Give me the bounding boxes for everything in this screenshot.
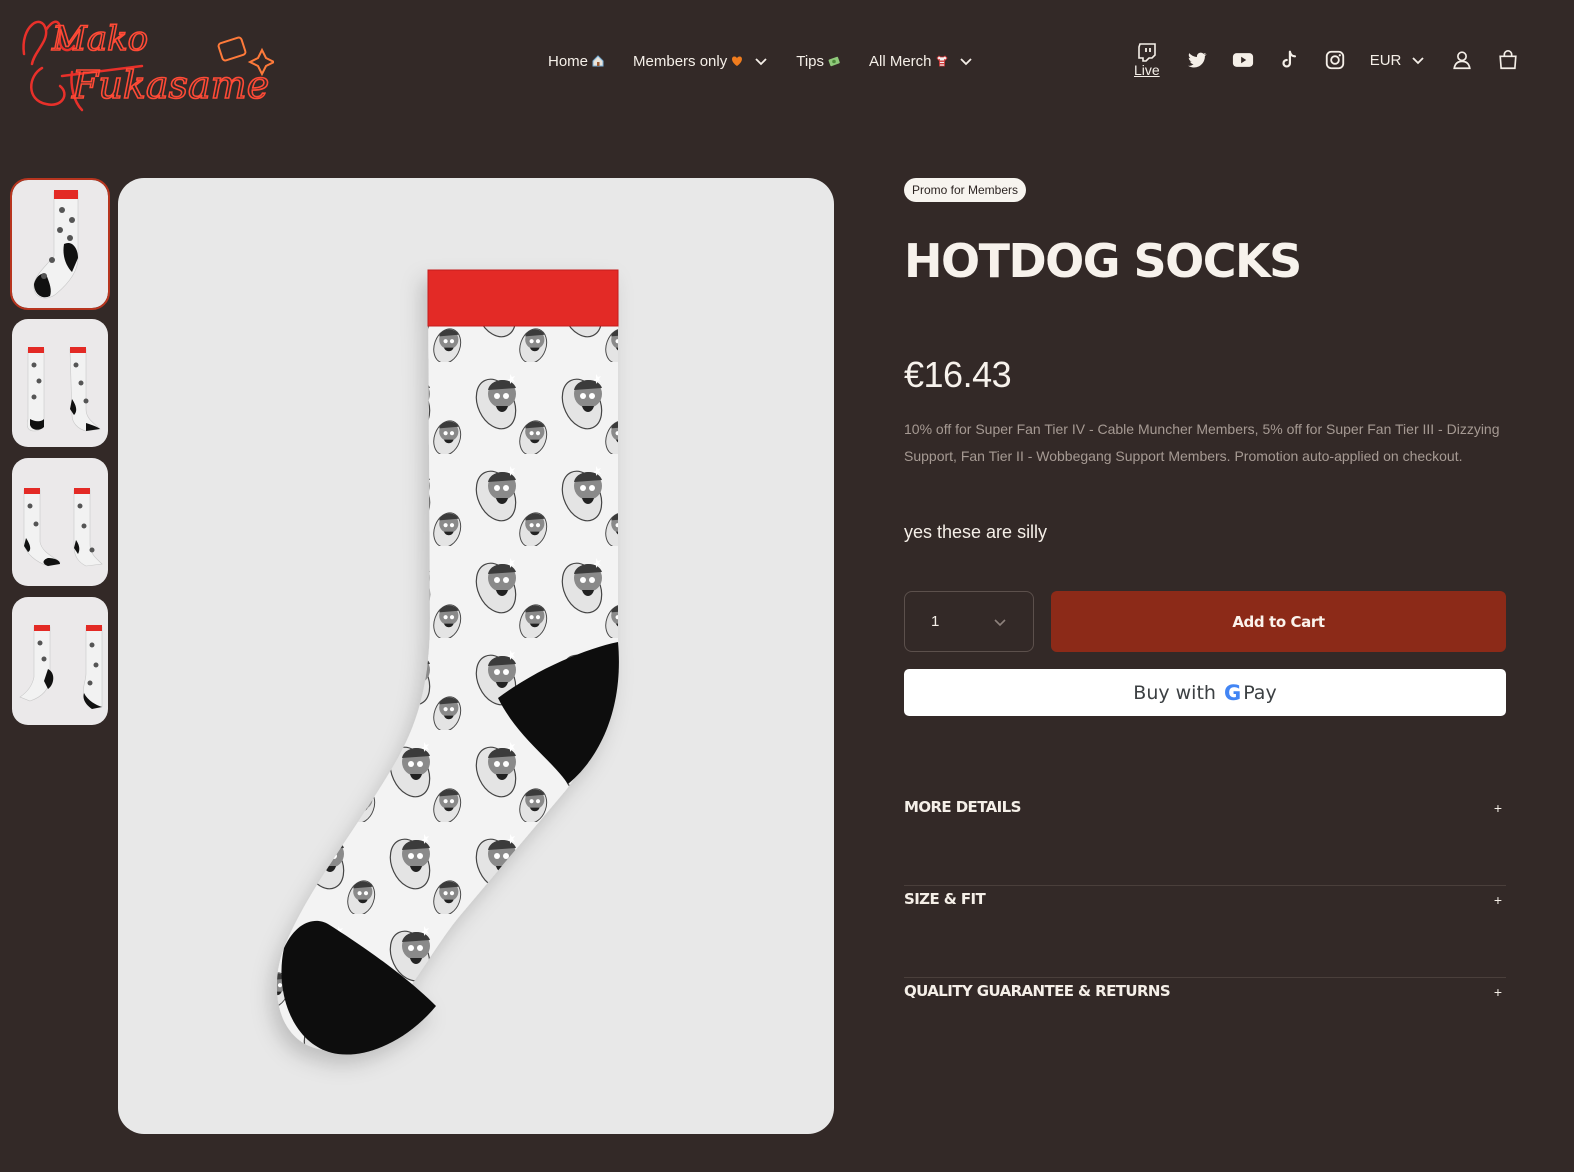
site-logo[interactable]: Mako Fukasame — [12, 6, 277, 118]
account-icon — [1453, 51, 1472, 70]
sock-pair-side-thumbnail-image — [23, 488, 103, 567]
live-label: Live — [1134, 62, 1160, 78]
nav-all-merch[interactable]: All Merch — [869, 53, 973, 70]
twitter-icon — [1187, 52, 1207, 68]
twitch-icon — [1138, 43, 1156, 62]
logo-image: Mako Fukasame — [22, 18, 277, 112]
tiktok-icon — [1282, 50, 1296, 68]
instagram-link[interactable] — [1324, 49, 1346, 71]
currency-selector[interactable]: EUR — [1370, 52, 1426, 69]
accordion-size-fit[interactable]: SIZE & FIT + — [904, 886, 1506, 978]
sock-thumbnail-image — [33, 190, 79, 299]
nav-members-only[interactable]: Members only — [633, 53, 768, 70]
purchase-row: 1 Add to Cart — [904, 591, 1506, 652]
nav-tips-label: Tips — [796, 52, 824, 70]
chevron-down-icon — [1412, 57, 1424, 65]
tiktok-link[interactable] — [1278, 49, 1300, 71]
svg-text:Mako: Mako — [51, 19, 148, 59]
google-pay-button[interactable]: Buy with G Pay — [904, 669, 1506, 716]
chevron-down-icon — [959, 58, 972, 66]
chevron-down-icon — [755, 58, 767, 66]
svg-text:Fukasame: Fukasame — [71, 63, 269, 107]
product-description: yes these are silly — [904, 522, 1048, 542]
house-icon — [592, 55, 604, 67]
hotdog-sock-image — [276, 269, 619, 1055]
accordion-quality-returns[interactable]: QUALITY GUARANTEE & RETURNS + — [904, 978, 1506, 1070]
live-link[interactable]: Live — [1134, 42, 1160, 78]
gpay-prefix: Buy with — [1133, 681, 1216, 704]
orange-heart-icon — [732, 56, 743, 66]
gpay-pay-label: Pay — [1243, 681, 1277, 704]
youtube-icon — [1232, 53, 1253, 67]
nav-members-only-label: Members only — [633, 52, 728, 70]
thumbnail-list — [10, 178, 110, 736]
product-accordion: MORE DETAILS + SIZE & FIT + QUALITY GUAR… — [904, 794, 1506, 1070]
promo-badge: Promo for Members — [904, 178, 1027, 202]
currency-label: EUR — [1369, 51, 1402, 69]
sock-pair-thumbnail-image — [26, 347, 101, 432]
product-title: HOTDOG SOCKS — [904, 234, 1302, 288]
shirt-icon — [935, 55, 948, 67]
accordion-label: SIZE & FIT — [904, 890, 986, 908]
thumbnail-4[interactable] — [12, 597, 108, 725]
product-info: Promo for Members HOTDOG SOCKS €16.43 10… — [904, 178, 1506, 1070]
nav-tips[interactable]: Tips — [796, 53, 841, 70]
thumbnail-2[interactable] — [12, 319, 108, 447]
quantity-value: 1 — [931, 613, 940, 630]
product-price: €16.43 — [904, 354, 1012, 395]
cart-link[interactable] — [1497, 49, 1519, 71]
main-nav: Home Members only Tips All Merch — [548, 48, 1001, 74]
accordion-more-details[interactable]: MORE DETAILS + — [904, 794, 1506, 886]
nav-home[interactable]: Home — [548, 53, 605, 70]
promo-text: 10% off for Super Fan Tier IV - Cable Mu… — [904, 421, 1500, 464]
thumbnail-3[interactable] — [12, 458, 108, 586]
chevron-down-icon — [994, 618, 1006, 626]
thumbnail-1[interactable] — [10, 178, 110, 310]
nav-home-label: Home — [548, 52, 589, 70]
cart-icon — [1499, 50, 1518, 70]
accordion-label: QUALITY GUARANTEE & RETURNS — [904, 982, 1171, 1000]
youtube-link[interactable] — [1232, 49, 1254, 71]
twitter-link[interactable] — [1186, 49, 1208, 71]
account-link[interactable] — [1451, 49, 1473, 71]
accordion-label: MORE DETAILS — [904, 798, 1021, 816]
nav-all-merch-label: All Merch — [869, 52, 932, 70]
google-g-icon: G — [1223, 680, 1242, 705]
header-actions: Live EUR — [1134, 36, 1543, 84]
plus-icon: + — [1493, 800, 1502, 816]
add-to-cart-button[interactable]: Add to Cart — [1051, 591, 1506, 652]
quantity-select[interactable]: 1 — [904, 591, 1034, 652]
sock-pair-angle-thumbnail-image — [19, 625, 103, 709]
product-main-image[interactable] — [118, 178, 834, 1134]
plus-icon: + — [1493, 984, 1502, 1000]
plus-icon: + — [1493, 892, 1502, 908]
money-icon — [828, 56, 840, 67]
instagram-icon — [1325, 50, 1344, 70]
